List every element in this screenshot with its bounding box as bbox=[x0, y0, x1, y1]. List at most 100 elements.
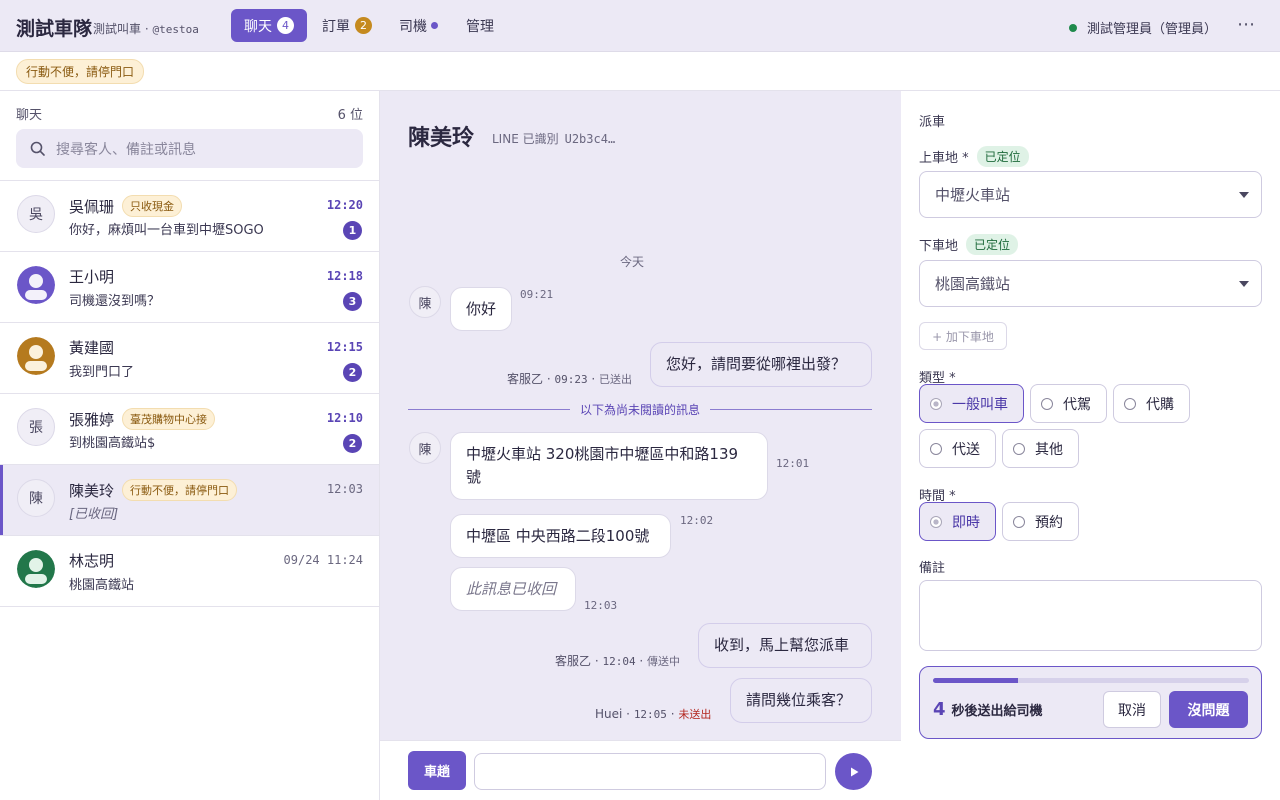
message-bubble-incoming: 中壢區 中央西路二段100號 bbox=[450, 514, 671, 558]
brand-title: 測試車隊 bbox=[16, 18, 93, 40]
conversation-preview: 我到門口了 bbox=[69, 365, 135, 380]
customer-tag: 臺茂購物中心接 bbox=[122, 408, 216, 430]
avatar bbox=[17, 337, 55, 375]
radio-icon bbox=[930, 397, 942, 410]
pickup-label: 上車地 * 已定位 bbox=[919, 146, 1029, 167]
avatar: 陳 bbox=[409, 286, 441, 318]
unread-badge: 2 bbox=[343, 434, 362, 453]
chevron-down-icon bbox=[1239, 192, 1249, 198]
unread-badge: 1 bbox=[343, 221, 362, 240]
time-option-scheduled[interactable]: 預約 bbox=[1002, 502, 1079, 541]
search-placeholder: 搜尋客人、備註或訊息 bbox=[56, 141, 196, 158]
dispatch-countdown: 4 秒後送出給司機 取消 沒問題 bbox=[919, 666, 1262, 739]
conversation-item[interactable]: 吳 吳佩珊 只收現金 你好，麻煩叫一台車到中壢SOGO 12:20 1 bbox=[0, 181, 379, 252]
dispatch-panel: 派車 上車地 * 已定位 中壢火車站 下車地 已定位 桃園高鐵站 + 加下車地 類型… bbox=[901, 91, 1280, 800]
brand-handle: @testoa bbox=[152, 23, 199, 36]
conversation-item-selected[interactable]: 陳 陳美玲 行動不便，請停門口 [已收回] 12:03 bbox=[0, 465, 379, 536]
add-dropoff-button[interactable]: + 加下車地 bbox=[919, 322, 1007, 350]
tab-drivers[interactable]: 司機 bbox=[386, 9, 451, 42]
chat-subtitle: LINE 已識別 U2b3c4… bbox=[492, 132, 616, 146]
message-bubble-outgoing: 收到，馬上幫您派車 bbox=[698, 623, 872, 668]
customer-note-tag: 行動不便，請停門口 bbox=[16, 59, 145, 84]
tab-orders[interactable]: 訂單 2 bbox=[309, 9, 385, 42]
more-menu-icon[interactable]: ⋯ bbox=[1237, 14, 1256, 35]
conversation-item[interactable]: 王小明 司機還沒到嗎？ 12:18 3 bbox=[0, 252, 379, 323]
search-input[interactable]: 搜尋客人、備註或訊息 bbox=[16, 129, 363, 168]
avatar: 吳 bbox=[17, 195, 55, 233]
message-time: 12:03 bbox=[584, 599, 618, 612]
conversation-name: 陳美玲 bbox=[69, 481, 115, 500]
conversation-time: 12:20 bbox=[326, 198, 363, 212]
conversation-time: 12:10 bbox=[326, 411, 363, 425]
dispatch-title: 派車 bbox=[919, 115, 946, 130]
conversation-name: 張雅婷 bbox=[69, 410, 115, 429]
user-photo-icon bbox=[17, 550, 55, 588]
message-meta: 客服乙 · 09:23 · 已送出 bbox=[507, 372, 633, 386]
message-bubble-incoming: 你好 bbox=[450, 287, 512, 331]
conversation-sidebar: 聊天 6 位 搜尋客人、備註或訊息 吳 吳佩珊 只收現金 你好，麻煩叫一台車到中壢… bbox=[0, 91, 380, 800]
message-bubble-incoming: 中壢火車站 320桃園市中壢區中和路139號 bbox=[450, 432, 768, 500]
conversation-preview: [已收回] bbox=[69, 507, 119, 522]
sidebar-title: 聊天 bbox=[16, 108, 43, 123]
send-button[interactable] bbox=[835, 753, 872, 790]
time-option-now[interactable]: 即時 bbox=[919, 502, 996, 541]
conversation-list: 吳 吳佩珊 只收現金 你好，麻煩叫一台車到中壢SOGO 12:20 1 王小明 司… bbox=[0, 180, 379, 607]
message-bubble-outgoing: 請問幾位乘客？ bbox=[730, 678, 872, 723]
countdown-progress-bar bbox=[933, 678, 1249, 683]
radio-icon bbox=[1013, 442, 1025, 455]
send-icon bbox=[850, 767, 858, 776]
avatar bbox=[17, 550, 55, 588]
user-photo-icon bbox=[17, 337, 55, 375]
countdown-seconds: 4 bbox=[933, 699, 946, 720]
message-meta: 客服乙 · 12:04 · 傳送中 bbox=[555, 654, 681, 668]
customer-tag: 行動不便，請停門口 bbox=[122, 479, 238, 501]
conversation-item[interactable]: 張 張雅婷 臺茂購物中心接 到桃園高鐵站$ 12:10 2 bbox=[0, 394, 379, 465]
conversation-time: 09/24 11:24 bbox=[283, 553, 363, 567]
message-input[interactable] bbox=[474, 753, 826, 790]
conversation-item[interactable]: 林志明 桃園高鐵站 09/24 11:24 bbox=[0, 536, 379, 607]
day-separator: 今天 bbox=[620, 255, 645, 269]
type-option-delivery[interactable]: 代送 bbox=[919, 429, 996, 468]
radio-icon bbox=[1013, 515, 1025, 528]
top-bar: 測試車隊 測試叫車 · @testoa 聊天 4 訂單 2 司機 管理 測試管理員（… bbox=[0, 0, 1280, 52]
conversation-preview: 桃園高鐵站 bbox=[69, 578, 135, 593]
message-status: 傳送中 bbox=[647, 655, 681, 668]
message-bubble-outgoing: 您好，請問要從哪裡出發？ bbox=[650, 342, 872, 387]
type-option-purchase[interactable]: 代購 bbox=[1113, 384, 1190, 423]
brand-subtitle: 測試叫車 · @testoa bbox=[93, 22, 199, 36]
message-bubble-retracted: 此訊息已收回 bbox=[450, 567, 576, 611]
note-label: 備註 bbox=[919, 561, 946, 576]
tab-admin[interactable]: 管理 bbox=[453, 9, 507, 42]
trip-quick-button[interactable]: 車趟 bbox=[408, 751, 466, 790]
note-textarea[interactable] bbox=[919, 580, 1262, 651]
unread-badge: 3 bbox=[343, 292, 362, 311]
avatar: 陳 bbox=[17, 479, 55, 517]
tab-drivers-dot bbox=[431, 22, 438, 29]
type-option-designated-driver[interactable]: 代駕 bbox=[1030, 384, 1107, 423]
pickup-status-badge: 已定位 bbox=[976, 146, 1029, 167]
cancel-button[interactable]: 取消 bbox=[1103, 691, 1161, 728]
radio-icon bbox=[930, 442, 942, 455]
conversation-preview: 你好，麻煩叫一台車到中壢SOGO bbox=[69, 223, 264, 238]
customer-tag: 只收現金 bbox=[122, 195, 183, 217]
radio-icon bbox=[930, 515, 942, 528]
conversation-time: 12:15 bbox=[326, 340, 363, 354]
conversation-preview: 到桃園高鐵站$ bbox=[69, 436, 156, 451]
tab-chat[interactable]: 聊天 4 bbox=[231, 9, 307, 42]
conversation-item[interactable]: 黃建國 我到門口了 12:15 2 bbox=[0, 323, 379, 394]
pickup-select[interactable]: 中壢火車站 bbox=[919, 171, 1262, 218]
online-status-icon bbox=[1068, 23, 1077, 32]
customer-note-bar: 行動不便，請停門口 bbox=[0, 52, 1280, 91]
dropoff-select[interactable]: 桃園高鐵站 bbox=[919, 260, 1262, 307]
conversation-time: 12:18 bbox=[326, 269, 363, 283]
sidebar-count: 6 位 bbox=[337, 108, 363, 123]
radio-icon bbox=[1124, 397, 1136, 410]
conversation-preview: 司機還沒到嗎？ bbox=[69, 294, 161, 309]
avatar: 張 bbox=[17, 408, 55, 446]
current-user[interactable]: 測試管理員（管理員） bbox=[1068, 18, 1217, 37]
confirm-button[interactable]: 沒問題 bbox=[1169, 691, 1248, 728]
type-option-standard[interactable]: 一般叫車 bbox=[919, 384, 1024, 423]
conversation-name: 王小明 bbox=[69, 268, 115, 286]
type-option-other[interactable]: 其他 bbox=[1002, 429, 1079, 468]
message-time: 09:21 bbox=[520, 288, 554, 301]
